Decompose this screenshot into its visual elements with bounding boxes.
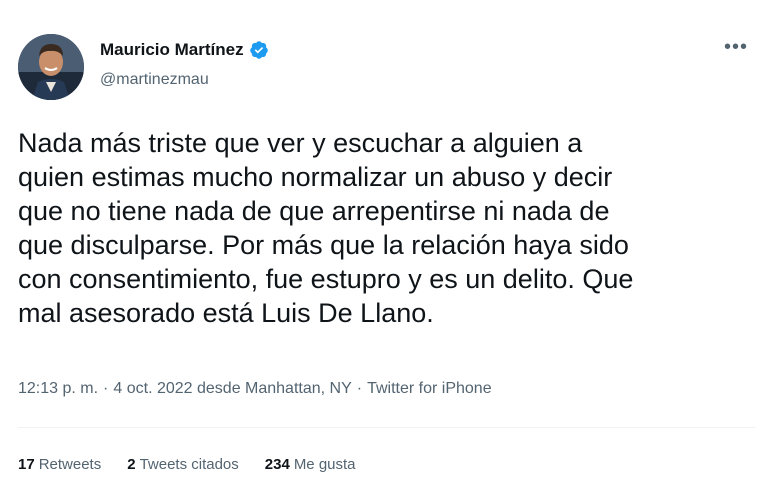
retweets-stat[interactable]: 17 Retweets (18, 456, 101, 473)
author-display-name[interactable]: Mauricio Martínez (100, 40, 244, 60)
tweet-meta: 12:13 p. m. · 4 oct. 2022 desde Manhatta… (18, 380, 492, 398)
tweet-source[interactable]: Twitter for iPhone (367, 380, 492, 398)
more-options-icon[interactable]: ••• (724, 37, 748, 57)
avatar-image (18, 34, 84, 100)
quotes-label: Tweets citados (139, 456, 239, 473)
author-name-row: Mauricio Martínez (100, 40, 269, 60)
verified-badge-icon (249, 40, 269, 60)
meta-separator: · (103, 380, 109, 397)
likes-label: Me gusta (293, 456, 356, 473)
author-handle[interactable]: @martinezmau (100, 71, 209, 89)
retweets-label: Retweets (38, 456, 102, 473)
likes-count: 234 (264, 456, 290, 473)
quote-tweets-stat[interactable]: 2 Tweets citados (127, 456, 239, 473)
tweet-text: Nada más triste que ver y escuchar a alg… (18, 128, 634, 328)
tweet-card: Mauricio Martínez @martinezmau ••• Nada … (0, 0, 768, 488)
avatar[interactable] (18, 34, 84, 100)
divider (18, 427, 756, 428)
quotes-count: 2 (127, 456, 136, 473)
likes-stat[interactable]: 234 Me gusta (265, 456, 356, 473)
tweet-timestamp[interactable]: 12:13 p. m. (18, 380, 98, 398)
retweets-count: 17 (18, 456, 35, 473)
tweet-stats: 17 Retweets 2 Tweets citados 234 Me gusta (18, 456, 356, 473)
tweet-date-location[interactable]: 4 oct. 2022 desde Manhattan, NY (113, 380, 351, 398)
meta-separator: · (356, 380, 363, 397)
